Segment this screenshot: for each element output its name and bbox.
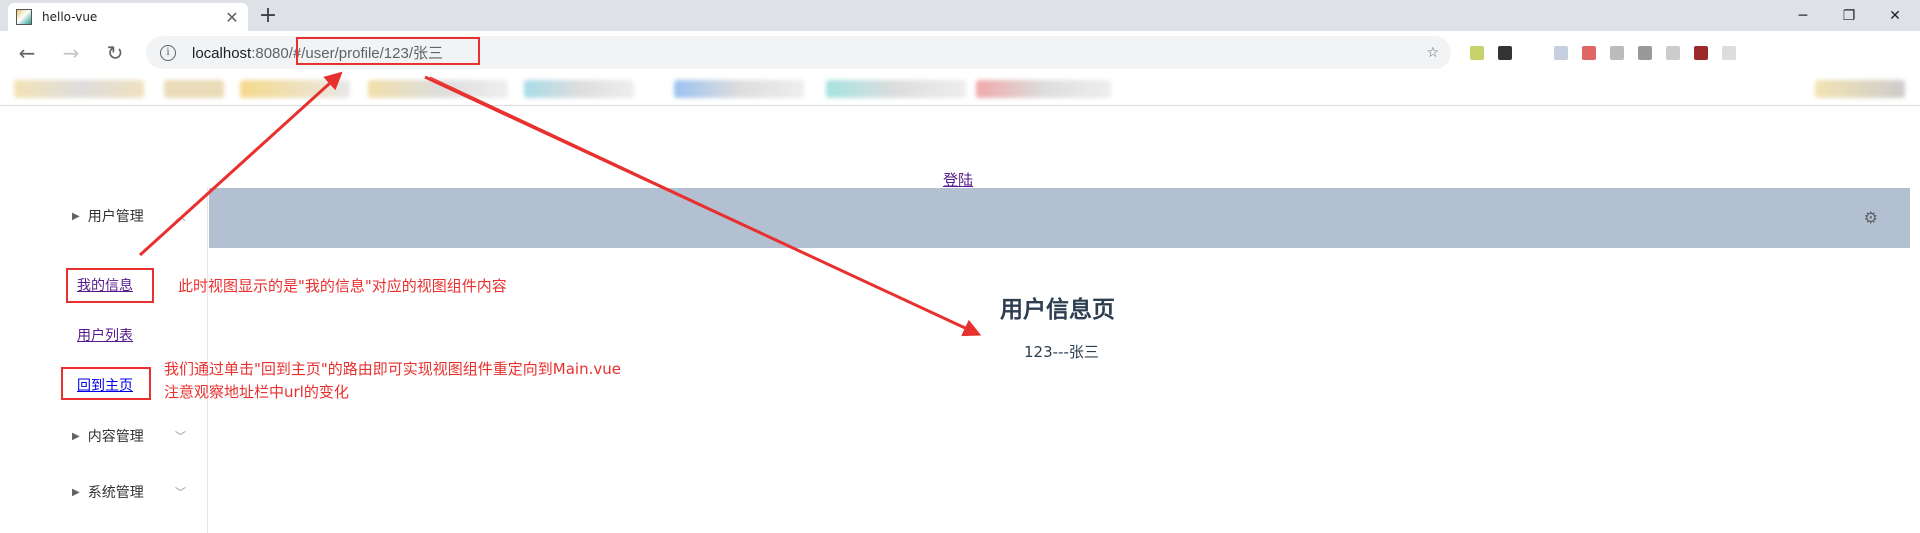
annotation-note-url-change: 注意观察地址栏中url的变化 [164,383,349,401]
menu-group-label: 用户管理 [87,209,144,225]
extension-icon[interactable] [1470,46,1484,60]
extension-icon[interactable] [1498,46,1512,60]
menu-group-system-management[interactable]: ▶ 系统管理 ﹀ [72,482,192,502]
chevron-up-icon: ︿ [175,210,186,223]
back-button[interactable]: ← [12,38,42,68]
bookmark-item[interactable] [164,80,224,98]
extension-icon[interactable] [1582,46,1596,60]
login-link[interactable]: 登陆 [943,169,973,190]
profile-avatar[interactable] [1694,46,1708,60]
tab-close-icon[interactable]: ✕ [224,8,240,27]
menu-group-user-management[interactable]: ▶ 用户管理 ︿ [72,206,192,226]
extension-icon[interactable] [1610,46,1624,60]
extension-icon[interactable] [1554,46,1568,60]
forward-button[interactable]: → [56,38,86,68]
restore-button[interactable]: ❐ [1826,0,1872,31]
other-bookmarks[interactable] [1815,80,1905,98]
reload-button[interactable]: ↻ [100,38,130,68]
settings-gear-icon[interactable]: ⚙ [1864,208,1878,227]
bookmark-item[interactable] [240,80,350,98]
minimize-button[interactable]: ─ [1780,0,1826,31]
app-header: ⚙ [209,188,1910,248]
bookmark-item[interactable] [674,80,804,98]
caret-right-icon: ▶ [72,486,80,498]
browser-tab[interactable]: hello-vue ✕ [8,3,248,31]
bookmark-item[interactable] [524,80,634,98]
close-window-button[interactable]: ✕ [1872,0,1918,31]
new-tab-button[interactable]: + [254,3,282,29]
bookmarks-bar [0,74,1920,106]
page-title: 用户信息页 [1000,297,1115,323]
menu-group-label: 内容管理 [87,429,144,445]
annotation-note-view: 此时视图显示的是"我的信息"对应的视图组件内容 [178,277,507,295]
tab-title: hello-vue [42,10,98,24]
bookmark-item[interactable] [14,80,144,98]
browser-tab-strip: hello-vue ✕ + ─ ❐ ✕ [0,0,1920,31]
user-id-name-text: 123---张三 [1024,343,1099,361]
page-viewport: 登陆 ▶ 用户管理 ︿ 我的信息 用户列表 回到主页 ▶ 内容管理 ﹀ ▶ 系统… [0,107,1920,533]
caret-right-icon: ▶ [72,210,80,222]
chevron-down-icon: ﹀ [175,430,186,443]
menu-icon[interactable] [1722,46,1736,60]
annotation-box-my-info [66,268,154,303]
bookmark-item[interactable] [826,80,966,98]
browser-toolbar: ← → ↻ i localhost:8080/#/user/profile/12… [0,31,1920,74]
sidebar-link-user-list[interactable]: 用户列表 [77,325,133,345]
extension-icon[interactable] [1638,46,1652,60]
favicon-icon [16,9,32,25]
bookmark-item[interactable] [368,80,508,98]
extension-icons [1470,46,1736,60]
annotation-box-home [61,367,151,400]
info-icon[interactable]: i [160,44,176,61]
bookmark-item[interactable] [976,80,1111,98]
menu-group-content-management[interactable]: ▶ 内容管理 ﹀ [72,426,192,446]
chevron-down-icon: ﹀ [175,486,186,499]
url-port: :8080/ [251,45,293,62]
url-host: localhost [192,45,252,62]
menu-group-label: 系统管理 [87,485,144,501]
bookmark-star-icon[interactable]: ☆ [1426,45,1439,61]
annotation-note-redirect: 我们通过单击"回到主页"的路由即可实现视图组件重定向到Main.vue [164,360,621,378]
extension-icon[interactable] [1666,46,1680,60]
caret-right-icon: ▶ [72,430,80,442]
annotation-box-url [296,37,480,65]
